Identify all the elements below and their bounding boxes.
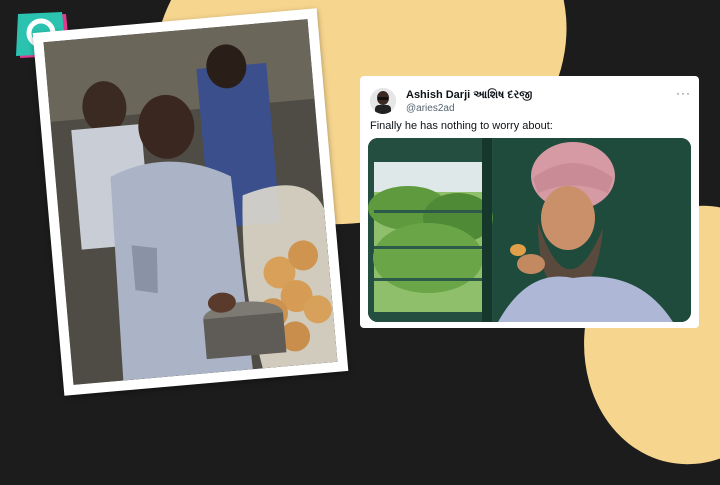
tweet-media[interactable]	[368, 138, 691, 322]
tweet-card: Ashish Darji આશિષ દરજી @aries2ad ··· Fin…	[360, 76, 699, 328]
more-horizontal-icon[interactable]: ···	[676, 86, 691, 100]
tweet-display-name[interactable]: Ashish Darji આશિષ દરજી	[406, 89, 532, 102]
tweet-handle[interactable]: @aries2ad	[406, 103, 455, 114]
avatar[interactable]	[370, 88, 396, 114]
vendor-photo-card	[32, 8, 349, 396]
tweet-header: Ashish Darji આશિષ દરજી @aries2ad ···	[368, 84, 691, 116]
vendor-photo	[43, 19, 338, 385]
tweet-text: Finally he has nothing to worry about:	[370, 120, 553, 132]
